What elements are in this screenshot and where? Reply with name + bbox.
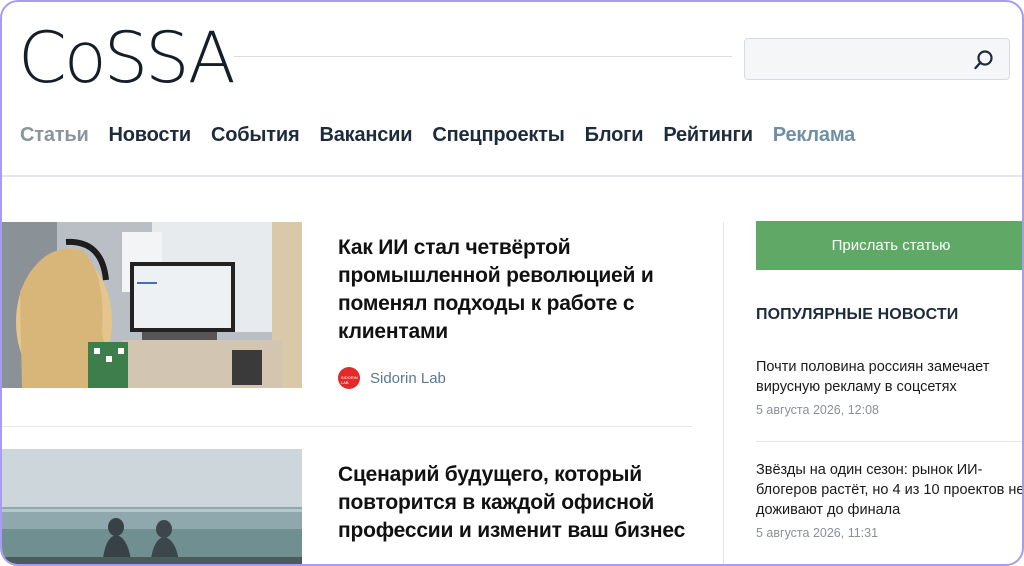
author-logo-text: SIDORIN LAB [341,375,358,385]
news-item-date: 5 августа 2026, 12:08 [756,403,879,417]
logo-mark: CoSSA [18,17,237,99]
search-icon[interactable] [973,49,995,71]
news-divider [756,441,1022,442]
news-item-title[interactable]: Звёзды на один сезон: рынок ИИ-блогеров … [756,460,1022,520]
news-item-title[interactable]: Почти половина россиян замечает вирусную… [756,357,1022,397]
nav-vacancies[interactable]: Вакансии [319,124,412,147]
popular-news-heading: ПОПУЛЯРНЫЕ НОВОСТИ [756,306,959,323]
article-1-title[interactable]: Как ИИ стал четвёртой промышленной револ… [338,234,688,346]
news-item-date: 5 августа 2026, 11:31 [756,526,879,540]
column-divider [723,222,724,564]
author-name[interactable]: Sidorin Lab [370,370,446,387]
nav-news[interactable]: Новости [109,124,192,147]
news-item-1[interactable]: Почти половина россиян замечает вирусную… [756,357,1022,417]
logo-text: CoSSA [18,20,234,92]
search-box[interactable] [744,38,1010,80]
article-1-image[interactable] [2,222,302,388]
sea-photo [2,449,302,564]
main-nav: Статьи Новости События Вакансии Спецпрое… [20,124,875,147]
article-2-title[interactable]: Сценарий будущего, который повторится в … [338,461,688,545]
office-photo [2,222,302,388]
nav-events[interactable]: События [211,124,300,147]
nav-ratings[interactable]: Рейтинги [663,124,753,147]
nav-articles[interactable]: Статьи [20,124,89,147]
sidorin-lab-logo: SIDORIN LAB [338,367,360,389]
article-1-author[interactable]: SIDORIN LAB Sidorin Lab [338,367,446,389]
nav-advertising[interactable]: Реклама [773,124,856,147]
news-item-2[interactable]: Звёзды на один сезон: рынок ИИ-блогеров … [756,460,1022,540]
nav-blogs[interactable]: Блоги [585,124,644,147]
nav-divider [2,175,1022,177]
article-divider [2,426,692,427]
nav-special-projects[interactable]: Спецпроекты [432,124,564,147]
search-input[interactable] [745,39,965,79]
submit-article-button[interactable]: Прислать статью [756,221,1022,270]
cossa-logo[interactable]: CoSSA [18,17,237,99]
header-divider [234,56,732,57]
browser-frame: CoSSA Статьи Новости События Вакансии Сп… [0,0,1024,566]
article-2-image[interactable] [2,449,302,564]
